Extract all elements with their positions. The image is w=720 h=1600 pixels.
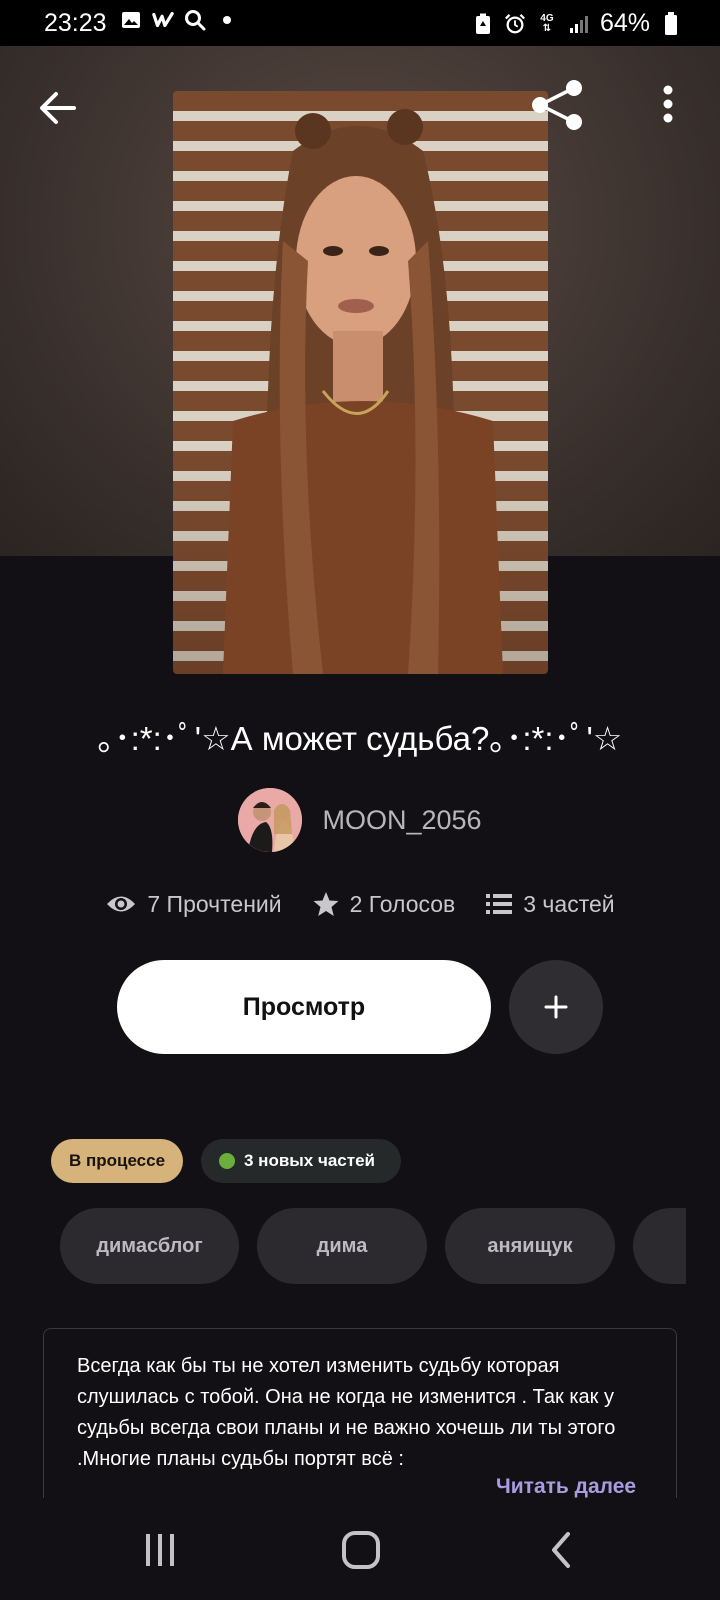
alarm-icon	[504, 13, 526, 35]
author-name[interactable]: MOON_2056	[322, 805, 481, 836]
battery-icon	[660, 11, 682, 35]
4g-data-icon: 4G ⇅	[536, 13, 558, 35]
reads-stat: 7 Прочтений	[105, 890, 282, 918]
4g-label: 4G	[540, 12, 554, 24]
read-more-link[interactable]: Читать далее	[496, 1475, 636, 1499]
author-row[interactable]: MOON_2056	[0, 788, 720, 852]
status-time: 23:23	[44, 9, 107, 37]
votes-stat: 2 Голосов	[312, 890, 456, 918]
more-options-button[interactable]	[650, 84, 686, 128]
view-button[interactable]: Просмотр	[117, 960, 491, 1054]
description-text: Всегда как бы ты не хотел изменить судьб…	[77, 1355, 616, 1470]
dot-icon	[216, 9, 238, 31]
system-nav-bar	[0, 1500, 720, 1600]
status-bar: 23:23 4G ⇅ 64%	[0, 0, 720, 46]
story-description[interactable]: Всегда как бы ты не хотел изменить судьб…	[43, 1328, 677, 1498]
wattpad-w-icon	[152, 9, 174, 31]
plus-icon	[544, 995, 568, 1019]
share-icon	[532, 80, 582, 130]
new-parts-badge: 3 новых частей	[201, 1139, 401, 1183]
system-back-button[interactable]	[532, 1522, 592, 1578]
battery-saver-icon	[472, 13, 494, 35]
votes-count: 2 Голосов	[349, 890, 456, 917]
share-button[interactable]	[528, 76, 588, 136]
author-avatar[interactable]	[238, 788, 303, 852]
recent-apps-button[interactable]	[130, 1522, 190, 1578]
back-button[interactable]	[34, 82, 86, 134]
story-title: ｡･:*:･ﾟ'☆А может судьба?｡･:*:･ﾟ'☆	[97, 720, 623, 757]
parts-count: 3 частей	[523, 890, 615, 917]
home-button[interactable]	[331, 1522, 391, 1578]
home-icon	[342, 1531, 380, 1569]
arrow-left-icon	[40, 92, 76, 124]
add-to-library-button[interactable]	[509, 960, 603, 1054]
status-left-icons	[120, 9, 238, 31]
new-indicator-dot	[219, 1153, 235, 1169]
signal-icon	[568, 13, 590, 35]
battery-percent: 64%	[599, 9, 650, 37]
status-badge: В процессе	[51, 1139, 183, 1183]
tag-chip[interactable]: аняищук	[445, 1208, 615, 1284]
parts-stat: 3 частей	[485, 890, 615, 918]
list-icon	[486, 894, 513, 914]
eye-icon	[107, 896, 136, 912]
recent-apps-icon	[146, 1534, 174, 1566]
tags-row[interactable]: димасблог дима аняищук	[60, 1208, 686, 1286]
star-icon	[313, 892, 339, 916]
search-icon	[184, 9, 206, 31]
avatar-image	[238, 788, 303, 852]
reads-count: 7 Прочтений	[147, 890, 282, 917]
status-right-icons: 4G ⇅ 64%	[472, 9, 682, 38]
data-arrows: ⇅	[542, 22, 552, 34]
story-cover-image[interactable]	[173, 91, 548, 674]
tag-chip[interactable]	[633, 1208, 686, 1284]
new-parts-label: 3 новых частей	[244, 1151, 375, 1170]
tag-chip[interactable]: димасблог	[60, 1208, 239, 1284]
image-icon	[120, 9, 142, 31]
tag-chip[interactable]: дима	[257, 1208, 427, 1284]
back-icon	[552, 1532, 570, 1568]
story-stats: 7 Прочтений 2 Голосов 3 частей	[0, 890, 720, 918]
cover-illustration	[223, 109, 503, 674]
more-vertical-icon	[663, 85, 673, 123]
